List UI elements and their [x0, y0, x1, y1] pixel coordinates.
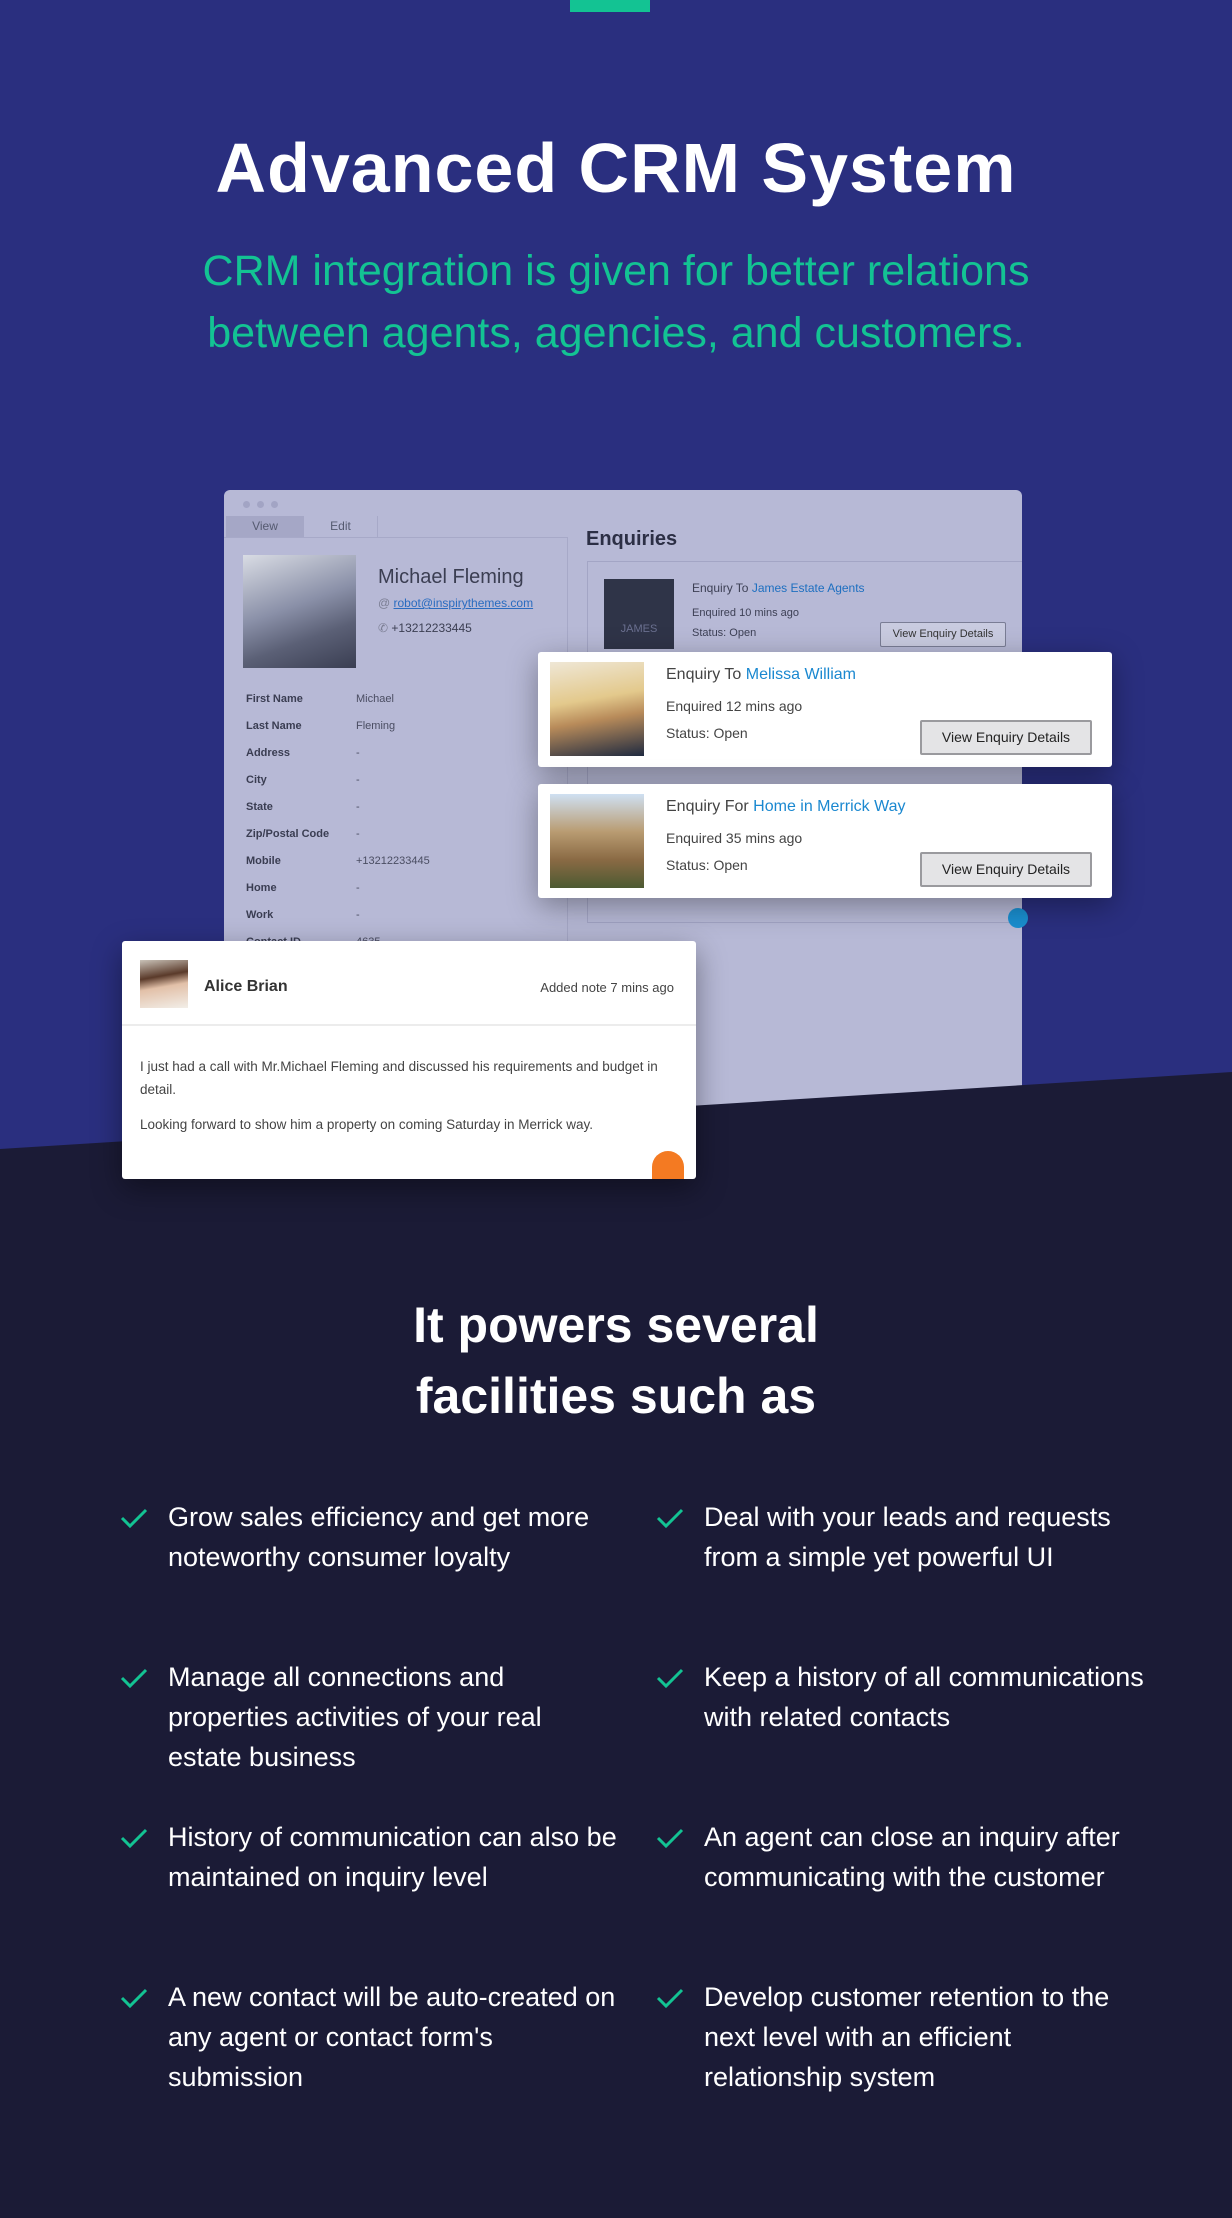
divider [122, 1024, 696, 1026]
feature-item: Keep a history of all communications wit… [704, 1662, 1144, 1732]
accent-bar [570, 0, 650, 12]
enquiry-time: Enquired 10 mins ago [692, 607, 800, 619]
contact-photo [243, 555, 356, 668]
phone-icon: ✆ [378, 621, 392, 635]
enquiry-card: Enquiry To Melissa William Enquired 12 m… [538, 652, 1112, 767]
enquiries-title: Enquiries [586, 528, 678, 550]
page-title: Advanced CRM System [215, 129, 1017, 207]
field-value: - [356, 747, 360, 759]
field-label: City [246, 774, 267, 786]
check-icon [120, 1827, 148, 1854]
author-avatar [140, 960, 188, 1008]
field-label: First Name [246, 693, 303, 705]
window-dot [243, 501, 250, 508]
tab-edit[interactable]: Edit [304, 516, 378, 537]
page-subtitle: CRM integration is given for better rela… [202, 247, 1030, 357]
check-icon [120, 1987, 148, 2014]
field-value: - [356, 882, 360, 894]
window-dot [257, 501, 264, 508]
field-value: Fleming [356, 720, 396, 732]
feature-item: Develop customer retention to the next l… [704, 1982, 1110, 2092]
view-enquiry-button[interactable]: View Enquiry Details [920, 720, 1092, 755]
note-paragraph: Looking forward to show him a property o… [140, 1117, 593, 1132]
field-label: Last Name [246, 720, 302, 732]
feature-item: Grow sales efficiency and get more notew… [168, 1502, 590, 1572]
contact-email[interactable]: robot@inspirythemes.com [394, 596, 534, 610]
field-label: Work [246, 909, 274, 921]
note-card: Alice Brian Added note 7 mins ago I just… [122, 941, 696, 1179]
note-paragraph: I just had a call with Mr.Michael Flemin… [140, 1059, 658, 1097]
check-icon [656, 1667, 684, 1694]
note-author: Alice Brian [204, 978, 288, 995]
blue-dot-decoration [1008, 908, 1028, 928]
enquiry-time: Enquired 35 mins ago [666, 830, 803, 846]
enquiry-status: Status: Open [666, 725, 748, 741]
feature-item: History of communication can also be mai… [168, 1822, 617, 1892]
field-value: Michael [356, 693, 394, 705]
field-value: - [356, 801, 360, 813]
contact-name: Michael Fleming [378, 566, 524, 588]
check-icon [656, 1507, 684, 1534]
check-icon [120, 1667, 148, 1694]
note-meta: Added note 7 mins ago [540, 980, 674, 995]
enquiry-card: Enquiry For Home in Merrick Way Enquired… [538, 784, 1112, 898]
enquiry-status: Status: Open [692, 627, 757, 639]
email-row: @ robot@inspirythemes.com [378, 596, 533, 610]
feature-item: Manage all connections and properties ac… [168, 1662, 542, 1772]
features-heading: It powers several facilities such as [413, 1297, 819, 1424]
enquiry-time: Enquired 12 mins ago [666, 698, 803, 714]
check-icon [120, 1507, 148, 1534]
field-label: Mobile [246, 855, 281, 867]
field-value: +13212233445 [356, 855, 430, 867]
enquiry-title: Enquiry To James Estate Agents [692, 581, 865, 595]
feature-item: An agent can close an inquiry after comm… [704, 1822, 1120, 1892]
at-icon: @ [378, 596, 394, 610]
view-enquiry-button[interactable]: View Enquiry Details [920, 852, 1092, 887]
property-photo [550, 794, 644, 888]
view-enquiry-button[interactable]: View Enquiry Details [880, 622, 1006, 647]
orange-dot-decoration [652, 1151, 684, 1179]
field-value: - [356, 828, 360, 840]
check-icon [656, 1987, 684, 2014]
field-label: Zip/Postal Code [246, 828, 330, 840]
enquiry-title: Enquiry For Home in Merrick Way [666, 798, 906, 815]
window-dot [271, 501, 278, 508]
tab-view[interactable]: View [226, 516, 304, 537]
feature-item: Deal with your leads and requests from a… [704, 1502, 1111, 1572]
field-label: State [246, 801, 273, 813]
field-label: Home [246, 882, 277, 894]
field-value: - [356, 909, 360, 921]
enquiry-status: Status: Open [666, 857, 748, 873]
field-value: - [356, 774, 360, 786]
agent-photo [550, 662, 644, 756]
enquiry-title: Enquiry To Melissa William [666, 666, 856, 683]
agency-logo: JAMES [604, 579, 674, 649]
contact-phone: +13212233445 [391, 621, 472, 635]
feature-item: A new contact will be auto-created on an… [168, 1982, 616, 2092]
phone-row: ✆ +13212233445 [378, 621, 472, 635]
check-icon [656, 1827, 684, 1854]
field-label: Address [246, 747, 291, 759]
